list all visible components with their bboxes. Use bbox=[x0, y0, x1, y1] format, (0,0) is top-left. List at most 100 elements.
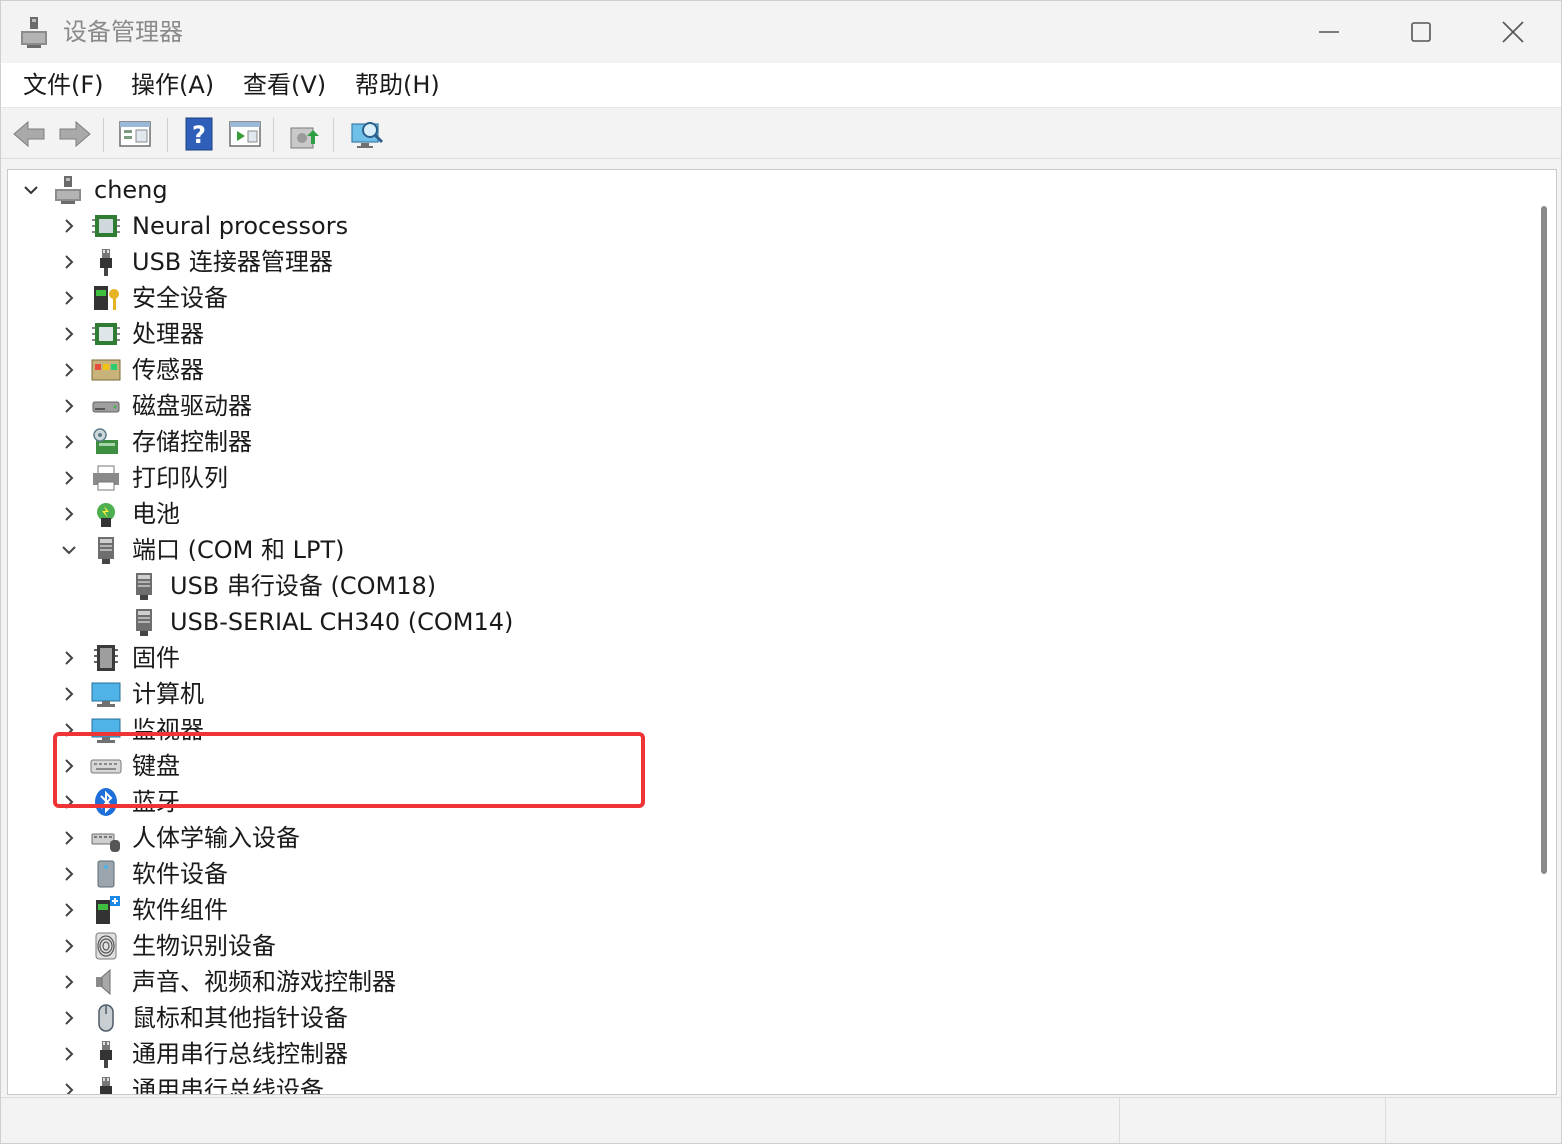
chevron-right-icon[interactable] bbox=[60, 937, 78, 955]
menu-view[interactable]: 查看(V) bbox=[237, 63, 332, 107]
maximize-button[interactable] bbox=[1375, 1, 1467, 63]
mouse-icon bbox=[98, 1004, 114, 1032]
tree-category-node[interactable]: 固件 bbox=[8, 640, 1518, 676]
back-icon[interactable] bbox=[11, 116, 47, 152]
status-bar bbox=[1, 1097, 1561, 1143]
properties-view-icon[interactable] bbox=[117, 116, 153, 152]
toolbar-separator bbox=[103, 118, 104, 152]
chevron-down-icon[interactable] bbox=[60, 541, 78, 559]
chevron-right-icon[interactable] bbox=[60, 685, 78, 703]
forward-icon[interactable] bbox=[57, 116, 93, 152]
scan-hardware-icon[interactable] bbox=[349, 116, 385, 152]
tree-category-node[interactable]: 端口 (COM 和 LPT) bbox=[8, 532, 1518, 568]
tree-device-label: USB-SERIAL CH340 (COM14) bbox=[170, 608, 514, 636]
close-button[interactable] bbox=[1467, 1, 1559, 63]
minimize-icon bbox=[1319, 31, 1339, 33]
port-icon bbox=[136, 573, 152, 600]
usb-plug-icon bbox=[100, 1041, 112, 1068]
chevron-right-icon[interactable] bbox=[60, 1081, 78, 1095]
processor-icon bbox=[92, 323, 120, 345]
minimize-button[interactable] bbox=[1283, 1, 1375, 63]
tree-category-label: 固件 bbox=[132, 644, 180, 672]
fingerprint-icon bbox=[95, 932, 117, 960]
tree-root-label: cheng bbox=[94, 176, 168, 204]
tree-device-node[interactable]: USB-SERIAL CH340 (COM14) bbox=[8, 604, 1518, 640]
tree-category-label: 存储控制器 bbox=[132, 428, 252, 456]
tree-category-label: 打印队列 bbox=[132, 464, 228, 492]
tree-category-label: 声音、视频和游戏控制器 bbox=[132, 968, 396, 996]
computer-root-icon bbox=[55, 176, 81, 204]
tree-category-node[interactable]: 电池 bbox=[8, 496, 1518, 532]
tree-category-node[interactable]: 软件设备 bbox=[8, 856, 1518, 892]
tree-category-node[interactable]: 计算机 bbox=[8, 676, 1518, 712]
tree-device-node[interactable]: USB 串行设备 (COM18) bbox=[8, 568, 1518, 604]
tree-category-label: 通用串行总线设备 bbox=[132, 1076, 324, 1095]
tree-category-node[interactable]: USB 连接器管理器 bbox=[8, 244, 1518, 280]
chevron-right-icon[interactable] bbox=[60, 433, 78, 451]
menu-file[interactable]: 文件(F) bbox=[17, 63, 110, 107]
chevron-right-icon[interactable] bbox=[60, 1045, 78, 1063]
chevron-right-icon[interactable] bbox=[60, 361, 78, 379]
chevron-right-icon[interactable] bbox=[60, 649, 78, 667]
tree-category-node[interactable]: 存储控制器 bbox=[8, 424, 1518, 460]
chevron-right-icon[interactable] bbox=[60, 865, 78, 883]
chevron-right-icon[interactable] bbox=[60, 253, 78, 271]
chip-icon bbox=[92, 215, 120, 237]
tree-category-node[interactable]: 声音、视频和游戏控制器 bbox=[8, 964, 1518, 1000]
firmware-icon bbox=[94, 645, 118, 671]
tree-category-node[interactable]: 人体学输入设备 bbox=[8, 820, 1518, 856]
chevron-right-icon[interactable] bbox=[60, 217, 78, 235]
tree-category-node[interactable]: 磁盘驱动器 bbox=[8, 388, 1518, 424]
menu-action[interactable]: 操作(A) bbox=[125, 63, 220, 107]
highlight-annotation-box bbox=[53, 732, 645, 808]
tree-category-node[interactable]: 传感器 bbox=[8, 352, 1518, 388]
chevron-right-icon[interactable] bbox=[60, 505, 78, 523]
security-key-icon bbox=[94, 286, 119, 310]
chevron-right-icon[interactable] bbox=[60, 1009, 78, 1027]
tree-root-node[interactable]: cheng bbox=[8, 172, 1518, 208]
tree-category-node[interactable]: 处理器 bbox=[8, 316, 1518, 352]
tree-category-node[interactable]: 生物识别设备 bbox=[8, 928, 1518, 964]
tree-device-label: USB 串行设备 (COM18) bbox=[170, 572, 437, 600]
storage-controller-icon bbox=[93, 428, 118, 454]
tree-category-node[interactable]: 软件组件 bbox=[8, 892, 1518, 928]
software-device-icon bbox=[97, 860, 115, 888]
vertical-scrollbar[interactable] bbox=[1532, 170, 1556, 1094]
title-bar[interactable]: 设备管理器 bbox=[1, 1, 1561, 63]
tree-category-label: Neural processors bbox=[132, 212, 349, 240]
battery-icon bbox=[97, 503, 115, 527]
toolbar-separator bbox=[333, 118, 334, 152]
chevron-right-icon[interactable] bbox=[60, 325, 78, 343]
chevron-down-icon[interactable] bbox=[22, 181, 40, 199]
device-manager-app-icon bbox=[21, 17, 47, 48]
menu-help[interactable]: 帮助(H) bbox=[349, 63, 446, 107]
tree-category-node[interactable]: 通用串行总线设备 bbox=[8, 1072, 1518, 1095]
toolbar: ? bbox=[1, 108, 1561, 159]
tree-category-label: 端口 (COM 和 LPT) bbox=[132, 536, 345, 564]
action-view-icon[interactable] bbox=[227, 116, 263, 152]
chevron-right-icon[interactable] bbox=[60, 397, 78, 415]
tree-category-node[interactable]: 鼠标和其他指针设备 bbox=[8, 1000, 1518, 1036]
help-icon[interactable]: ? bbox=[181, 116, 217, 152]
chevron-right-icon[interactable] bbox=[60, 469, 78, 487]
toolbar-separator bbox=[167, 118, 168, 152]
tree-category-node[interactable]: 通用串行总线控制器 bbox=[8, 1036, 1518, 1072]
tree-category-label: 生物识别设备 bbox=[132, 932, 276, 960]
maximize-icon bbox=[1411, 22, 1431, 42]
update-driver-icon[interactable] bbox=[287, 116, 323, 152]
chevron-right-icon[interactable] bbox=[60, 973, 78, 991]
tree-category-label: 电池 bbox=[132, 500, 180, 528]
status-cell bbox=[1119, 1098, 1384, 1143]
computer-icon bbox=[91, 682, 121, 707]
menu-bar: 文件(F) 操作(A) 查看(V) 帮助(H) bbox=[1, 63, 1561, 108]
chevron-right-icon[interactable] bbox=[60, 829, 78, 847]
tree-category-node[interactable]: Neural processors bbox=[8, 208, 1518, 244]
chevron-right-icon[interactable] bbox=[60, 901, 78, 919]
tree-category-label: 安全设备 bbox=[132, 284, 228, 312]
chevron-right-icon[interactable] bbox=[60, 289, 78, 307]
tree-category-node[interactable]: 打印队列 bbox=[8, 460, 1518, 496]
tree-category-node[interactable]: 安全设备 bbox=[8, 280, 1518, 316]
tree-category-label: 传感器 bbox=[132, 356, 204, 384]
hid-icon bbox=[91, 833, 120, 852]
scrollbar-thumb[interactable] bbox=[1541, 206, 1547, 874]
